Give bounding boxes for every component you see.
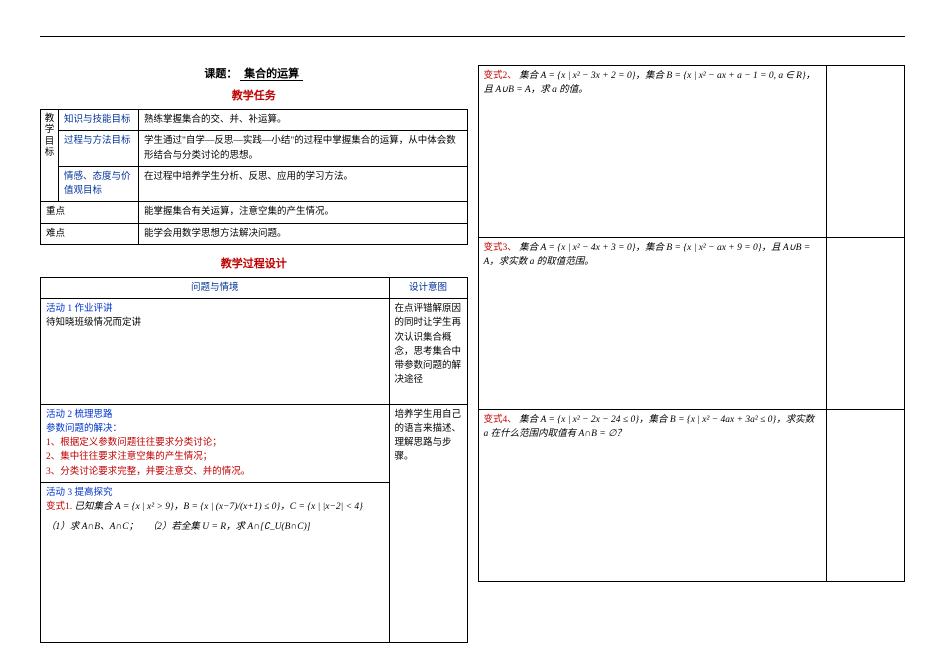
key-label: 重点	[41, 202, 139, 223]
activity2-intent: 培养学生用自己的语言来描述、理解思路与步骤。	[389, 404, 467, 642]
v1-q2: （2）若全集 U = R，求 A∩[∁_U(B∩C)]	[148, 522, 311, 532]
activity2-cell: 活动 2 梳理思路 参数问题的解决： 1、根据定义参数问题往往要求分类讨论； 2…	[41, 404, 390, 482]
process-table: 问题与情境 设计意图 活动 1 作业评讲 待知晓班级情况而定讲 在点评错解原因的…	[40, 277, 468, 643]
v4-text: 集合 A = {x | x² − 2x − 24 ≤ 0}，集合 B = {x …	[484, 415, 815, 439]
v2-text: 集合 A = {x | x² − 3x + 2 = 0}，集合 B = {x |…	[484, 71, 816, 95]
v2-intent-blank	[827, 66, 905, 238]
v1-questions: （1）求 A∩B、A∩C； （2）若全集 U = R，求 A∩[∁_U(B∩C)…	[46, 520, 384, 534]
variation1-line: 变式1. 已知集合 A = {x | x² > 9}，B = {x | (x−7…	[46, 500, 384, 514]
v3-label: 变式3、	[484, 243, 517, 253]
v4-label: 变式4、	[484, 415, 517, 425]
v3-cell: 变式3、 集合 A = {x | x² − 4x + 3 = 0}，集合 B =…	[478, 238, 827, 410]
left-column: 课题： 集合的运算 教学任务 教学目标 知识与技能目标 熟练掌握集合的交、并、补…	[40, 65, 468, 643]
row1-label: 知识与技能目标	[59, 110, 139, 131]
activity1-cell: 活动 1 作业评讲 待知晓班级情况而定讲	[41, 299, 390, 405]
activity3-cell: 活动 3 提高探究 变式1. 已知集合 A = {x | x² > 9}，B =…	[41, 482, 390, 642]
v4-intent-blank	[827, 410, 905, 582]
diff-text: 能学会用数学思想方法解决问题。	[139, 223, 468, 244]
v2-cell: 变式2、 集合 A = {x | x² − 3x + 2 = 0}，集合 B =…	[478, 66, 827, 238]
goal-vertical-text: 教学目标	[45, 114, 55, 158]
proc-col2-head: 设计意图	[389, 277, 467, 298]
v4-cell: 变式4、 集合 A = {x | x² − 2x − 24 ≤ 0}，集合 B …	[478, 410, 827, 582]
v1-text: 已知集合 A = {x | x² > 9}，B = {x | (x−7)/(x+…	[75, 502, 363, 512]
activity2-l3: 3、分类讨论要求完整，并要注意交、并的情况。	[46, 465, 384, 479]
right-column: 变式2、 集合 A = {x | x² − 3x + 2 = 0}，集合 B =…	[478, 65, 906, 643]
activity1-title: 活动 1 作业评讲	[46, 302, 384, 316]
goal-vertical-label: 教学目标	[41, 110, 59, 202]
v1-label: 变式1.	[46, 502, 72, 512]
activity3-title: 活动 3 提高探究	[46, 486, 384, 500]
row2-text: 学生通过"自学—反思—实践—小结"的过程中掌握集合的运算，从中体会数形结合与分类…	[139, 131, 468, 167]
row3-text: 在过程中培养学生分析、反思、应用的学习方法。	[139, 166, 468, 202]
lesson-title: 课题： 集合的运算	[40, 65, 468, 81]
row1-text: 熟练掌握集合的交、并、补运算。	[139, 110, 468, 131]
row3-label: 情感、态度与价值观目标	[59, 166, 139, 202]
activity2-title: 活动 2 梳理思路	[46, 408, 384, 422]
right-table: 变式2、 集合 A = {x | x² − 3x + 2 = 0}，集合 B =…	[478, 65, 906, 582]
row2-label: 过程与方法目标	[59, 131, 139, 167]
v1-q1: （1）求 A∩B、A∩C；	[46, 522, 138, 532]
proc-col1-head: 问题与情境	[41, 277, 390, 298]
process-heading: 教学过程设计	[40, 255, 468, 271]
title-prefix: 课题：	[204, 68, 237, 80]
title-main: 集合的运算	[240, 68, 303, 81]
v3-text: 集合 A = {x | x² − 4x + 3 = 0}，集合 B = {x |…	[484, 243, 811, 267]
activity1-intent: 在点评错解原因的同时让学生再次认识集合概念，思考集合中带参数问题的解决途径	[389, 299, 467, 405]
two-column-layout: 课题： 集合的运算 教学任务 教学目标 知识与技能目标 熟练掌握集合的交、并、补…	[40, 65, 905, 643]
activity2-l2: 2、集中往往要求注意空集的产生情况；	[46, 450, 384, 464]
activity2-sub: 参数问题的解决：	[46, 422, 384, 436]
activity2-l1: 1、根据定义参数问题往往要求分类讨论；	[46, 436, 384, 450]
task-heading: 教学任务	[40, 87, 468, 103]
v3-intent-blank	[827, 238, 905, 410]
activity1-text: 待知晓班级情况而定讲	[46, 316, 384, 330]
top-rule	[40, 36, 905, 37]
diff-label: 难点	[41, 223, 139, 244]
key-text: 能掌握集合有关运算，注意空集的产生情况。	[139, 202, 468, 223]
v2-label: 变式2、	[484, 71, 517, 81]
task-table: 教学目标 知识与技能目标 熟练掌握集合的交、并、补运算。 过程与方法目标 学生通…	[40, 109, 468, 245]
